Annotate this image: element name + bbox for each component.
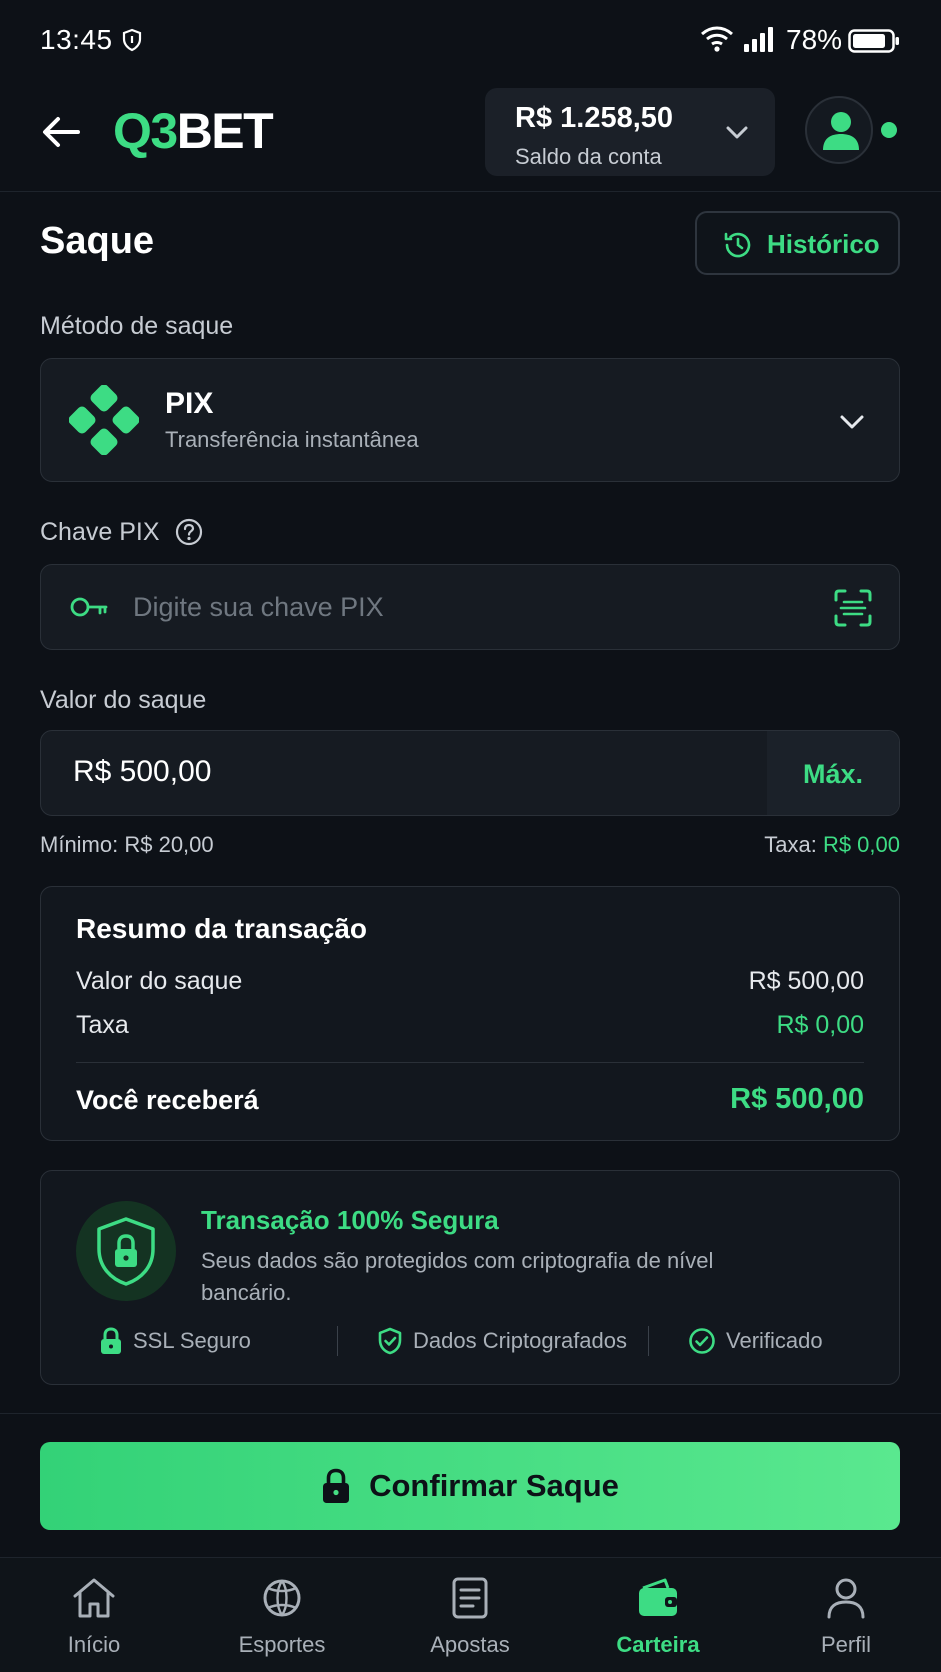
nav-item-inicio[interactable]: Início [0,1558,188,1672]
transaction-summary-card: Resumo da transação Valor do saque R$ 50… [40,886,900,1141]
confirm-label: Confirmar Saque [369,1468,619,1503]
summary-row-value: R$ 0,00 [776,1011,864,1039]
pix-key-field[interactable] [40,564,900,650]
online-status-dot [881,122,897,138]
badge-verified: Verificado [688,1321,823,1361]
home-icon [73,1578,115,1618]
page-title: Saque [40,220,155,262]
sports-icon [263,1579,301,1617]
security-badges: SSL Seguro Dados Criptografados Verifica… [41,1321,901,1361]
back-arrow-icon[interactable] [40,110,84,154]
fee-prefix: Taxa: [764,832,817,857]
fee-text: Taxa: R$ 0,00 [764,832,900,858]
history-button[interactable]: Histórico [695,211,900,275]
nav-label: Apostas [430,1632,510,1657]
shield-icon [121,28,143,52]
balance-dropdown[interactable]: R$ 1.258,50 Saldo da conta [485,88,775,176]
status-time: 13:45 [40,24,113,55]
receive-label: Você receberá [76,1085,259,1115]
summary-row-value: R$ 500,00 [748,967,864,995]
badge-label: Verificado [726,1328,823,1353]
shield-check-icon [377,1327,403,1355]
clock-history-icon [723,230,753,260]
receive-value: R$ 500,00 [730,1083,864,1115]
security-description: Seus dados são protegidos com criptograf… [201,1248,714,1305]
nav-label: Perfil [820,1632,872,1657]
app-logo[interactable]: Q3BET [113,102,274,160]
summary-row-label: Taxa [76,1011,129,1039]
nav-label: Esportes [238,1632,326,1657]
badge-encrypted: Dados Criptografados [335,1321,627,1361]
max-amount-button[interactable]: Máx. [767,731,899,815]
bottom-nav: Início Esportes Apostas Carteira Perfil [0,1557,941,1672]
app-header: Q3BET R$ 1.258,50 Saldo da conta [0,80,941,192]
nav-item-perfil[interactable]: Perfil [752,1558,940,1672]
nav-item-esportes[interactable]: Esportes [188,1558,376,1672]
chevron-down-icon [723,118,751,146]
status-bar: 13:45 78% [0,0,941,80]
help-icon[interactable] [175,518,203,546]
nav-item-carteira[interactable]: Carteira [564,1558,752,1672]
summary-divider [76,1062,864,1063]
balance-label: Saldo da conta [515,144,662,169]
balance-amount: R$ 1.258,50 [515,102,674,134]
pix-key-input[interactable] [133,585,773,629]
scan-qr-icon[interactable] [833,588,873,628]
amount-field[interactable]: R$ 500,00 Máx. [40,730,900,816]
security-card: Transação 100% Segura Seus dados são pro… [40,1170,900,1385]
minimum-amount-text: Mínimo: R$ 20,00 [40,832,214,857]
nav-label: Início [67,1632,121,1657]
wallet-icon [639,1578,677,1616]
amount-label: Valor do saque [40,686,207,714]
logo-text: BET [176,103,274,159]
summary-title: Resumo da transação [76,913,367,944]
badge-ssl: SSL Seguro [99,1321,251,1361]
battery-percent: 78% [786,24,843,55]
bets-icon [452,1577,488,1619]
security-title: Transação 100% Segura [201,1205,499,1235]
profile-icon [827,1578,865,1619]
method-name: PIX [165,387,214,420]
method-label: Método de saque [40,312,234,340]
withdraw-method-select[interactable]: PIX Transferência instantânea [40,358,900,482]
badge-divider [648,1326,649,1356]
chevron-down-icon [837,407,867,437]
avatar[interactable] [805,96,873,164]
battery-icon [848,29,900,53]
amount-value[interactable]: R$ 500,00 [73,755,211,789]
check-circle-icon [688,1327,716,1355]
pix-key-label: Chave PIX [40,518,160,546]
logo-accent: Q3 [113,103,178,159]
nav-item-apostas[interactable]: Apostas [376,1558,564,1672]
confirm-withdraw-button[interactable]: Confirmar Saque [40,1442,900,1530]
summary-row-label: Valor do saque [76,967,243,995]
wifi-icon [700,26,734,52]
fee-value: R$ 0,00 [822,832,900,857]
history-label: Histórico [767,229,880,259]
badge-label: Dados Criptografados [413,1328,628,1353]
shield-lock-icon [76,1201,176,1301]
pix-logo-icon [69,385,139,455]
lock-icon [99,1327,123,1355]
signal-icon [743,26,775,52]
lock-icon [321,1468,351,1504]
badge-label: SSL Seguro [133,1328,251,1353]
method-description: Transferência instantânea [165,427,419,452]
nav-label: Carteira [616,1632,700,1657]
key-icon [69,594,109,620]
confirm-divider [0,1413,941,1414]
